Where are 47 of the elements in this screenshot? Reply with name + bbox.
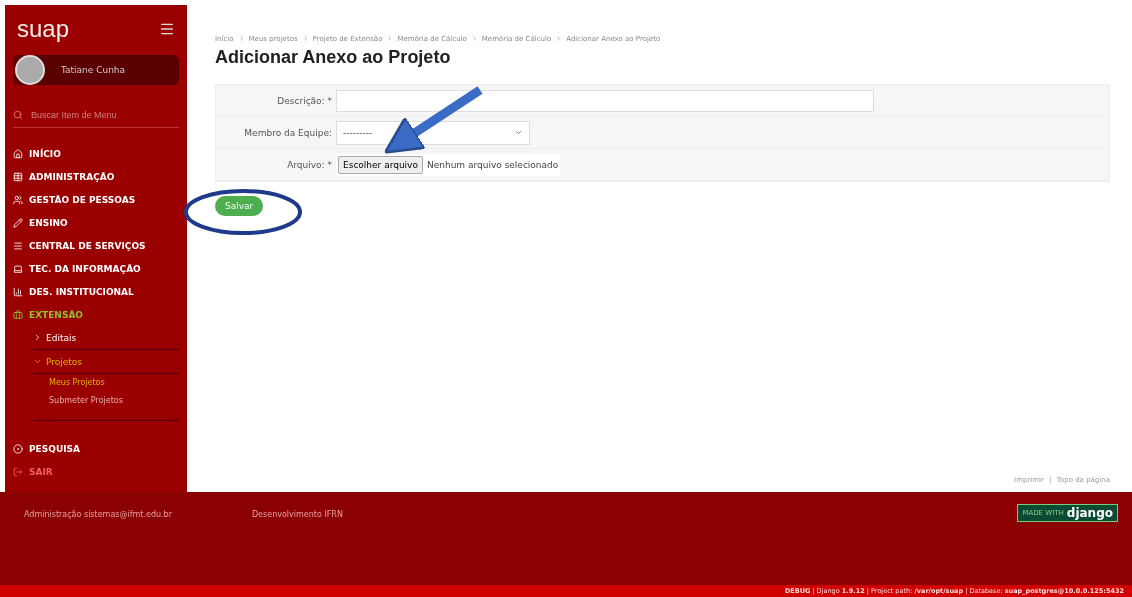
menu-item[interactable]: DES. INSTITUCIONAL — [13, 280, 179, 303]
menu-item-icon — [13, 240, 23, 251]
chevron-right-icon — [33, 333, 42, 342]
menu-item-icon — [13, 443, 23, 454]
field-label: Arquivo: * — [286, 159, 333, 170]
chevron-down-icon — [33, 357, 42, 366]
menu-item-icon — [13, 148, 23, 159]
menu-item[interactable]: TEC. DA INFORMAÇÃO — [13, 257, 179, 280]
file-status: Nenhum arquivo selecionado — [426, 159, 559, 170]
logo[interactable]: suap — [17, 15, 70, 43]
field-label: Descrição: * — [276, 95, 333, 106]
user-name: Tatiane Cunha — [61, 65, 126, 75]
avatar — [15, 55, 45, 85]
breadcrumb-separator-icon — [555, 35, 563, 42]
menu-item[interactable]: ENSINO — [13, 211, 179, 234]
submenu-link[interactable]: Meus Projetos — [49, 374, 179, 392]
field-label: Membro da Equipe: — [243, 127, 333, 138]
menu-item[interactable]: EXTENSÃO — [13, 303, 179, 326]
search-icon — [13, 110, 23, 120]
menu-item[interactable]: INÍCIO — [13, 142, 179, 165]
page-title: Adicionar Anexo ao Projeto — [215, 47, 452, 68]
footer-text: Desenvolvimento IFRN — [251, 510, 343, 519]
submenu-item[interactable]: Editais — [33, 326, 179, 350]
breadcrumb-separator-icon — [470, 35, 478, 42]
search-field[interactable]: Buscar Item de Menu — [29, 109, 169, 121]
menu-item-icon — [13, 466, 23, 477]
menu-item-icon — [13, 171, 23, 182]
breadcrumb-separator-icon — [386, 35, 394, 42]
menu-icon[interactable] — [159, 21, 175, 37]
menu-item[interactable]: ADMINISTRAÇÃO — [13, 165, 179, 188]
menu-item-icon — [13, 217, 23, 228]
submenu-item[interactable]: Projetos — [33, 350, 179, 374]
menu-item-icon — [13, 286, 23, 297]
menu-item-icon — [13, 263, 23, 274]
menu-item[interactable]: CENTRAL DE SERVIÇOS — [13, 234, 179, 257]
menu-item-icon — [13, 309, 23, 320]
menu-item[interactable]: GESTÃO DE PESSOAS — [13, 188, 179, 211]
breadcrumb-separator-icon — [237, 35, 245, 42]
menu-item-icon — [13, 194, 23, 205]
footer-text: Administração sistemas@ifmt.edu.br — [24, 510, 172, 519]
submenu-link[interactable]: Submeter Projetos — [49, 392, 179, 410]
menu-item[interactable]: PESQUISA — [13, 437, 179, 460]
breadcrumb-separator-icon — [301, 35, 309, 42]
input-field[interactable] — [336, 89, 874, 112]
caret-icon — [514, 128, 523, 137]
user-badge[interactable]: Tatiane Cunha — [13, 55, 179, 85]
choose-file-button[interactable]: Escolher arquivo — [338, 155, 423, 174]
